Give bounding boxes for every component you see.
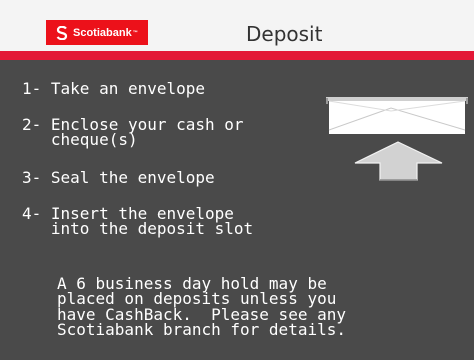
header-red-strip bbox=[0, 51, 474, 60]
step-4-insert-envelope: 4- Insert the envelope into the deposit … bbox=[22, 204, 254, 238]
scotiabank-logo: Scotiabank ™ bbox=[46, 20, 148, 45]
scotiabank-s-logo-icon bbox=[56, 25, 68, 40]
step-3-seal-envelope: 3- Seal the envelope bbox=[22, 168, 215, 187]
brand-name: Scotiabank bbox=[73, 26, 132, 39]
envelope-insert-arrow-icon bbox=[326, 97, 468, 181]
hold-notice: A 6 business day hold may be placed on d… bbox=[57, 274, 346, 339]
page-title: Deposit bbox=[246, 22, 323, 46]
step-2-enclose-cash: 2- Enclose your cash or cheque(s) bbox=[22, 115, 244, 149]
step-1-take-envelope: 1- Take an envelope bbox=[22, 79, 206, 98]
atm-deposit-screen: Scotiabank ™ Deposit 1- Take an envelope … bbox=[0, 0, 474, 360]
header-bar: Scotiabank ™ Deposit bbox=[0, 0, 474, 51]
